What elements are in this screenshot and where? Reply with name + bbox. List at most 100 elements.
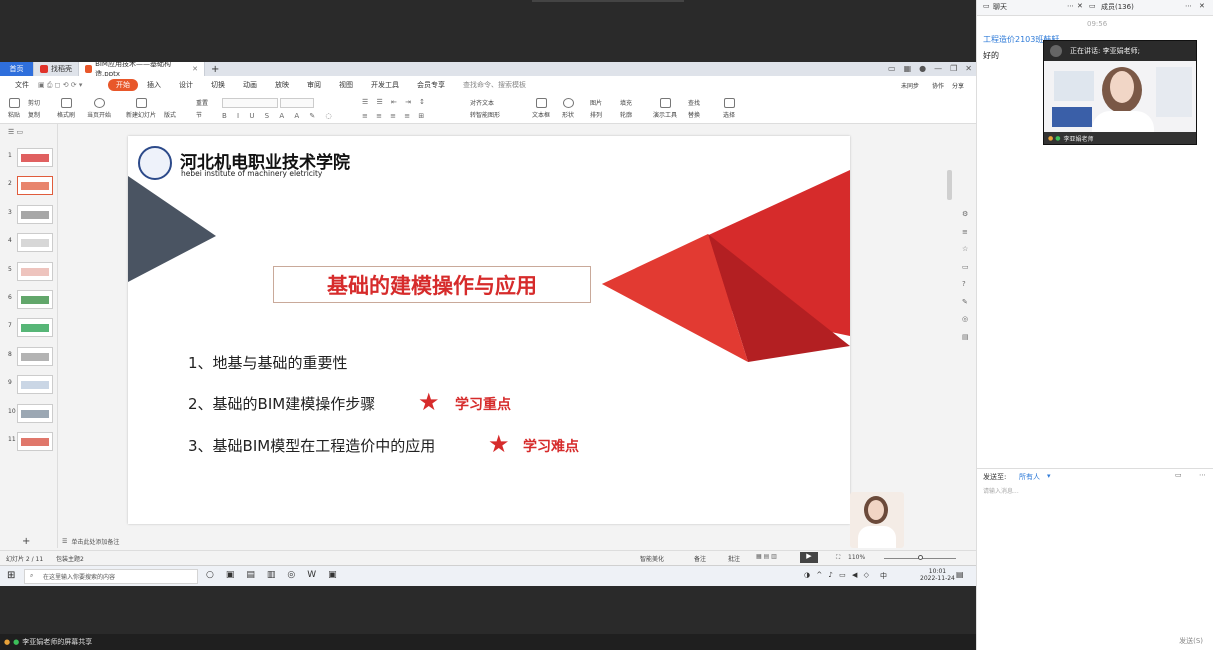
task-pane-icons[interactable]: ⚙ ≡ ☆ ▭? ✎ ◎ ▤ <box>962 206 969 346</box>
vertical-scrollbar[interactable] <box>947 170 952 200</box>
menu-developer[interactable]: 开发工具 <box>362 80 408 90</box>
find-button[interactable]: 查找 <box>688 98 700 107</box>
tab-template[interactable]: 找稻壳 <box>34 62 79 76</box>
replace-button[interactable]: 替换 <box>688 110 700 119</box>
format-painter-button[interactable]: 格式刷 <box>56 98 76 119</box>
slide-thumbnail[interactable] <box>17 346 53 366</box>
reset-button[interactable]: 重置 <box>196 98 208 107</box>
presentation-tools-button[interactable]: 演示工具 <box>650 98 680 119</box>
font-family-select[interactable] <box>222 98 278 108</box>
close-icon[interactable]: ✕ <box>965 64 972 73</box>
ppt-file-icon <box>85 65 93 73</box>
more-icon[interactable]: ⋯ <box>1067 2 1074 10</box>
menu-review[interactable]: 审阅 <box>298 80 330 90</box>
file-icon[interactable]: ▭ <box>1175 471 1182 479</box>
cut-button[interactable]: 剪切 <box>28 98 40 107</box>
smart-beautify-button[interactable]: 智能美化 <box>640 554 664 563</box>
sync-status[interactable]: 未同步 <box>892 81 928 90</box>
select-button[interactable]: 选择 <box>720 98 738 119</box>
add-slide-button[interactable]: + <box>22 536 30 547</box>
more-icon[interactable]: ⋯ <box>1199 471 1206 479</box>
slide-thumbnail[interactable] <box>17 261 53 281</box>
slide-thumbnail[interactable] <box>17 403 53 423</box>
slideshow-play-icon[interactable]: ▶ <box>800 552 818 563</box>
zoom-slider-thumb[interactable] <box>918 555 923 560</box>
tab-document[interactable]: BIM应用技术——基础构造.pptx ✕ <box>79 62 205 78</box>
ime-indicator[interactable]: 中 <box>880 571 887 581</box>
notes-button[interactable]: 备注 <box>694 554 706 563</box>
slide-thumbnail[interactable] <box>17 432 53 451</box>
close-chat-icon[interactable]: ✕ <box>1077 2 1083 10</box>
close-tab-icon[interactable]: ✕ <box>192 65 198 73</box>
convert-smartart-button[interactable]: 转智能图形 <box>470 110 500 119</box>
slide-thumbnail[interactable] <box>17 375 53 395</box>
slide-thumbnail[interactable] <box>17 148 53 167</box>
menu-design[interactable]: 设计 <box>170 80 202 90</box>
layout-icon[interactable]: ▭ <box>888 64 896 73</box>
notification-icon[interactable]: ▤ <box>956 570 964 579</box>
menu-transition[interactable]: 切换 <box>202 80 234 90</box>
teacher-video[interactable]: 正在讲话: 李亚娟老师; ● ● 李亚娟老师 <box>1043 40 1197 145</box>
grid-icon[interactable]: ▦ <box>904 64 912 73</box>
recipient-select[interactable]: 所有人 <box>1019 472 1040 482</box>
clock[interactable]: 10:01 2022-11-24 <box>920 568 955 582</box>
tab-chat[interactable]: 聊天 <box>993 2 1007 12</box>
textbox-button[interactable]: 文本框 <box>530 98 552 119</box>
more-icon[interactable]: ⋯ <box>1185 2 1192 10</box>
slide-canvas[interactable]: 河北机电职业技术学院 hebei institute of machinery … <box>128 136 850 524</box>
minimize-icon[interactable]: — <box>934 64 942 73</box>
comments-button[interactable]: 批注 <box>728 554 740 563</box>
tab-home[interactable]: 首页 <box>0 62 34 76</box>
zoom-level[interactable]: 110% <box>848 554 865 561</box>
paste-button[interactable]: 粘贴 <box>6 98 22 119</box>
view-mode-icons[interactable]: ▦ ▤ ▥ <box>756 553 777 560</box>
outline-item-1: 1、地基与基础的重要性 <box>188 354 348 372</box>
menu-insert[interactable]: 插入 <box>138 80 170 90</box>
taskbar-search-input[interactable]: ⌕ 在这里输入你要搜索的内容 <box>24 569 198 584</box>
menu-animation[interactable]: 动画 <box>234 80 266 90</box>
menu-slideshow[interactable]: 放映 <box>266 80 298 90</box>
taskbar-app-icons[interactable]: ○▣▤▥◎W▣ <box>206 570 349 580</box>
layout-button[interactable]: 版式 <box>164 110 176 119</box>
outline-button[interactable]: 轮廓 <box>620 110 632 119</box>
notes-area[interactable]: ☰ 单击此处添加备注 <box>58 534 948 548</box>
font-size-select[interactable] <box>280 98 314 108</box>
tab-members[interactable]: 成员(136) <box>1101 2 1134 12</box>
quick-access-icons: ▣ ⎙ ◻ ⟲ ⟳ ▾ <box>38 80 83 89</box>
system-tray-icons[interactable]: ◑ ^ ♪ ▭ ◀ ◇ <box>804 571 871 579</box>
alignment-buttons[interactable]: ≡ ≡ ≡ ≡ ⊞ <box>362 112 427 120</box>
send-button[interactable]: 发送(S) <box>1179 636 1203 646</box>
command-search[interactable]: 查找命令、搜索模板 <box>454 80 535 90</box>
close-members-icon[interactable]: ✕ <box>1199 2 1205 10</box>
paragraph-buttons[interactable]: ☰ ☰ ⇤ ⇥ ↕ <box>362 98 428 106</box>
new-slide-button[interactable]: 新建幻灯片 <box>124 98 158 119</box>
menu-view[interactable]: 视图 <box>330 80 362 90</box>
slide-thumbnail[interactable] <box>17 204 53 224</box>
outline-toggle-icon[interactable]: ☰ ▭ <box>8 128 23 136</box>
align-text-button[interactable]: 对齐文本 <box>470 98 494 107</box>
arrange-button[interactable]: 排列 <box>590 110 602 119</box>
fill-button[interactable]: 填充 <box>620 98 632 107</box>
collaborate-button[interactable]: 协作 <box>928 81 948 90</box>
menu-home[interactable]: 开始 <box>108 79 138 91</box>
share-button[interactable]: 分享 <box>948 81 976 90</box>
picture-button[interactable]: 图片 <box>590 98 602 107</box>
avatar[interactable]: ● <box>919 64 926 73</box>
slide-thumbnail[interactable] <box>17 233 53 253</box>
windows-start-icon[interactable]: ⊞ <box>7 570 15 581</box>
menu-file[interactable]: 文件 <box>6 80 38 90</box>
menu-member[interactable]: 会员专享 <box>408 80 454 90</box>
fit-icon[interactable]: ⛶ <box>836 554 840 562</box>
new-tab-button[interactable]: + <box>205 62 225 76</box>
message-input[interactable]: 请输入消息... <box>983 486 1019 495</box>
slide-thumbnail[interactable] <box>17 318 53 338</box>
shape-button[interactable]: 形状 <box>558 98 578 119</box>
play-from-current-button[interactable]: 当页开始 <box>84 98 114 119</box>
slide-thumbnail[interactable] <box>17 290 53 309</box>
font-style-buttons[interactable]: B I U S A A ✎ ◌ <box>222 112 336 120</box>
restore-icon[interactable]: ❐ <box>950 64 957 73</box>
copy-button[interactable]: 复制 <box>28 110 40 119</box>
slide-thumbnail[interactable] <box>17 176 53 196</box>
section-button[interactable]: 节 <box>196 110 202 119</box>
chevron-down-icon[interactable]: ▾ <box>1047 472 1051 480</box>
